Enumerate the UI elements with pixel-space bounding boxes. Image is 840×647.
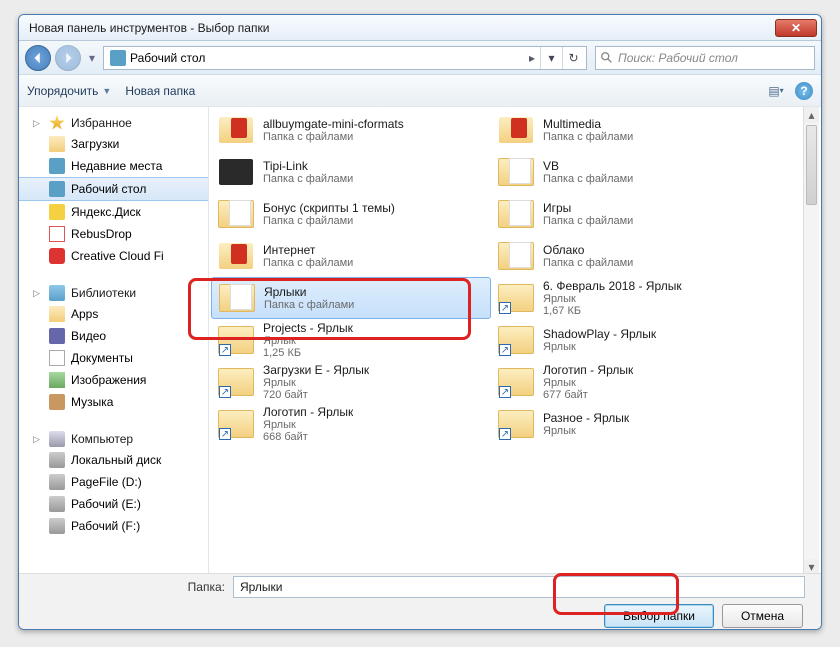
nav-back-button[interactable] [25, 45, 51, 71]
file-item[interactable]: ↗ Загрузки Е - ЯрлыкЯрлык720 байт [211, 361, 491, 403]
folder-icon [497, 156, 535, 188]
folder-icon [217, 156, 255, 188]
file-item[interactable]: MultimediaПапка с файлами [491, 109, 771, 151]
folder-label: Папка: [35, 580, 225, 594]
folder-icon: ↗ [497, 366, 535, 398]
folder-icon [217, 240, 255, 272]
folder-icon: ↗ [497, 324, 535, 356]
sidebar-item[interactable]: Загрузки [19, 133, 208, 155]
sidebar-item[interactable]: Видео [19, 325, 208, 347]
folder-icon [497, 114, 535, 146]
toolbar: Упорядочить▼ Новая папка ▤▾ ? [19, 75, 821, 107]
cancel-button[interactable]: Отмена [722, 604, 803, 628]
sidebar-group-fav[interactable]: ▷Избранное [19, 113, 208, 133]
file-item[interactable]: ↗ ShadowPlay - ЯрлыкЯрлык [491, 319, 771, 361]
sidebar-item[interactable]: PageFile (D:) [19, 471, 208, 493]
file-item[interactable]: Бонус (скрипты 1 темы)Папка с файлами [211, 193, 491, 235]
file-item[interactable]: ↗ Projects - ЯрлыкЯрлык1,25 КБ [211, 319, 491, 361]
footer: Папка: Выбор папки Отмена [19, 573, 821, 629]
file-item[interactable]: ОблакоПапка с файлами [491, 235, 771, 277]
file-item[interactable]: ↗ Разное - ЯрлыкЯрлык [491, 403, 771, 445]
window-title: Новая панель инструментов - Выбор папки [23, 21, 775, 35]
sidebar-item[interactable]: Музыка [19, 391, 208, 413]
folder-icon: ↗ [217, 408, 255, 440]
folder-input[interactable] [233, 576, 805, 598]
sidebar: ▷ИзбранноеЗагрузкиНедавние местаРабочий … [19, 107, 209, 575]
file-item[interactable]: ИнтернетПапка с файлами [211, 235, 491, 277]
file-item[interactable]: ИгрыПапка с файлами [491, 193, 771, 235]
navbar: ▾ Рабочий стол ▸ ▾ ↻ Поиск: Рабочий стол [19, 41, 821, 75]
file-item[interactable]: VBПапка с файлами [491, 151, 771, 193]
sidebar-item[interactable]: Рабочий (E:) [19, 493, 208, 515]
search-box[interactable]: Поиск: Рабочий стол [595, 46, 815, 70]
folder-icon [497, 198, 535, 230]
titlebar: Новая панель инструментов - Выбор папки … [19, 15, 821, 41]
folder-icon [217, 198, 255, 230]
file-item[interactable]: ↗ Логотип - ЯрлыкЯрлык668 байт [211, 403, 491, 445]
body: ▷ИзбранноеЗагрузкиНедавние местаРабочий … [19, 107, 821, 575]
sidebar-item[interactable]: Рабочий (F:) [19, 515, 208, 537]
sidebar-item[interactable]: Creative Cloud Fi [19, 245, 208, 267]
help-button[interactable]: ? [795, 82, 813, 100]
sidebar-item[interactable]: Локальный диск [19, 449, 208, 471]
folder-icon [217, 114, 255, 146]
sidebar-group-comp[interactable]: ▷Компьютер [19, 429, 208, 449]
folder-icon: ↗ [217, 324, 255, 356]
content-area: allbuymgate-mini-cformatsПапка с файлами… [209, 107, 821, 575]
sidebar-item[interactable]: RebusDrop [19, 223, 208, 245]
chevron-right-icon[interactable]: ▸ [524, 51, 540, 65]
nav-forward-button[interactable] [55, 45, 81, 71]
address-text: Рабочий стол [130, 51, 524, 65]
folder-icon [218, 282, 256, 314]
address-dropdown-button[interactable]: ▾ [540, 47, 562, 69]
sidebar-item[interactable]: Недавние места [19, 155, 208, 177]
file-item[interactable]: allbuymgate-mini-cformatsПапка с файлами [211, 109, 491, 151]
view-options-button[interactable]: ▤▾ [765, 81, 787, 101]
desktop-icon [110, 50, 126, 66]
scroll-thumb[interactable] [806, 125, 817, 205]
scrollbar: ▴ ▾ [803, 107, 819, 575]
file-item[interactable]: Tipi-LinkПапка с файлами [211, 151, 491, 193]
sidebar-group-lib[interactable]: ▷Библиотеки [19, 283, 208, 303]
address-bar[interactable]: Рабочий стол ▸ ▾ ↻ [103, 46, 587, 70]
select-folder-button[interactable]: Выбор папки [604, 604, 714, 628]
sidebar-item[interactable]: Яндекс.Диск [19, 201, 208, 223]
organize-button[interactable]: Упорядочить▼ [27, 84, 111, 98]
file-item[interactable]: ↗ 6. Февраль 2018 - ЯрлыкЯрлык1,67 КБ [491, 277, 771, 319]
dialog-window: Новая панель инструментов - Выбор папки … [18, 14, 822, 630]
refresh-button[interactable]: ↻ [562, 47, 584, 69]
sidebar-item[interactable]: Рабочий стол [19, 177, 208, 201]
new-folder-button[interactable]: Новая папка [125, 84, 195, 98]
folder-icon: ↗ [497, 282, 535, 314]
file-item[interactable]: ↗ Логотип - ЯрлыкЯрлык677 байт [491, 361, 771, 403]
nav-history-dropdown[interactable]: ▾ [85, 47, 99, 69]
sidebar-item[interactable]: Apps [19, 303, 208, 325]
scroll-up-button[interactable]: ▴ [804, 107, 819, 123]
folder-icon: ↗ [217, 366, 255, 398]
sidebar-item[interactable]: Изображения [19, 369, 208, 391]
search-icon [600, 51, 614, 65]
sidebar-item[interactable]: Документы [19, 347, 208, 369]
folder-icon: ↗ [497, 408, 535, 440]
search-placeholder: Поиск: Рабочий стол [614, 51, 810, 65]
file-item[interactable]: ЯрлыкиПапка с файлами [211, 277, 491, 319]
close-button[interactable]: ✕ [775, 19, 817, 37]
folder-icon [497, 240, 535, 272]
